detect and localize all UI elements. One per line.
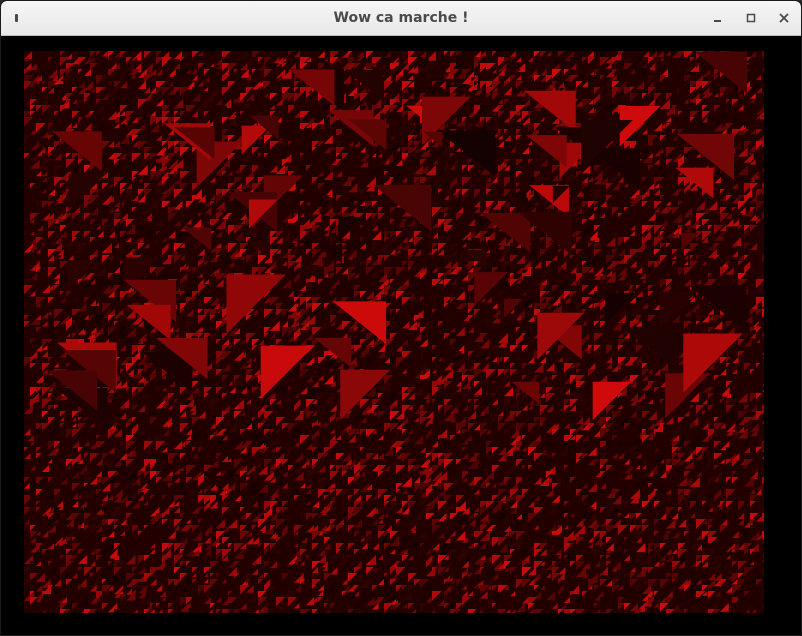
- maximize-button[interactable]: [742, 9, 760, 27]
- title-bar[interactable]: Wow ca marche !: [1, 1, 801, 36]
- close-button[interactable]: [775, 9, 793, 27]
- render-area[interactable]: [2, 36, 800, 635]
- app-window: Wow ca marche !: [0, 0, 802, 636]
- 3d-viewport[interactable]: [24, 51, 764, 613]
- minimize-button[interactable]: [708, 9, 726, 27]
- window-title: Wow ca marche !: [333, 10, 469, 26]
- minimize-icon: [714, 20, 721, 22]
- triangle-mesh-render: [24, 51, 764, 613]
- close-icon: [779, 13, 789, 23]
- maximize-icon: [746, 13, 756, 23]
